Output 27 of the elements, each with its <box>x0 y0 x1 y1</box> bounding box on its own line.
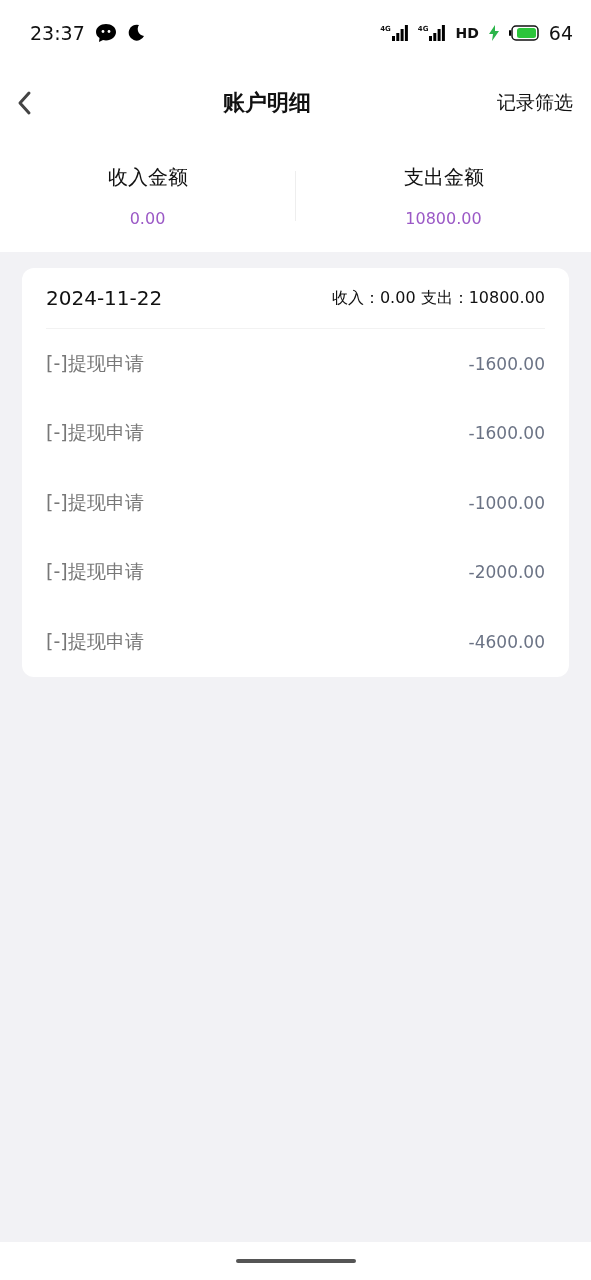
battery-icon <box>508 24 539 41</box>
record-title: [-]提现申请 <box>46 628 144 654</box>
moon-icon <box>126 23 145 42</box>
page-title: 账户明细 <box>221 88 312 117</box>
record-amount: -1600.00 <box>468 353 545 374</box>
record-amount: -1600.00 <box>468 423 545 444</box>
group-totals: 收入：0.00 支出：10800.00 <box>331 287 545 309</box>
record-title: [-]提现申请 <box>46 350 144 376</box>
hd-label: HD <box>455 24 479 41</box>
record-title: [-]提现申请 <box>46 559 144 585</box>
charging-icon <box>488 24 499 41</box>
record-amount: -4600.00 <box>468 631 545 652</box>
clock: 23:37 <box>30 21 85 44</box>
signal-icon <box>429 24 446 41</box>
record-title: [-]提现申请 <box>46 489 144 515</box>
record-amount: -2000.00 <box>468 562 545 583</box>
summary-amount: 0.00 <box>129 209 166 228</box>
battery-percentage: 64 <box>548 21 573 44</box>
filter-link[interactable]: 记录筛选 <box>497 89 573 116</box>
summary-amount: 10800.00 <box>405 209 482 228</box>
summary-label: 支出金额 <box>403 164 484 191</box>
signal-icon <box>391 24 408 41</box>
group-date: 2024-11-22 <box>46 286 163 310</box>
summary-label: 收入金额 <box>107 164 188 191</box>
record-amount: -1000.00 <box>468 492 545 513</box>
chat-bubble-icon <box>94 22 117 43</box>
record-title: [-]提现申请 <box>46 420 144 446</box>
